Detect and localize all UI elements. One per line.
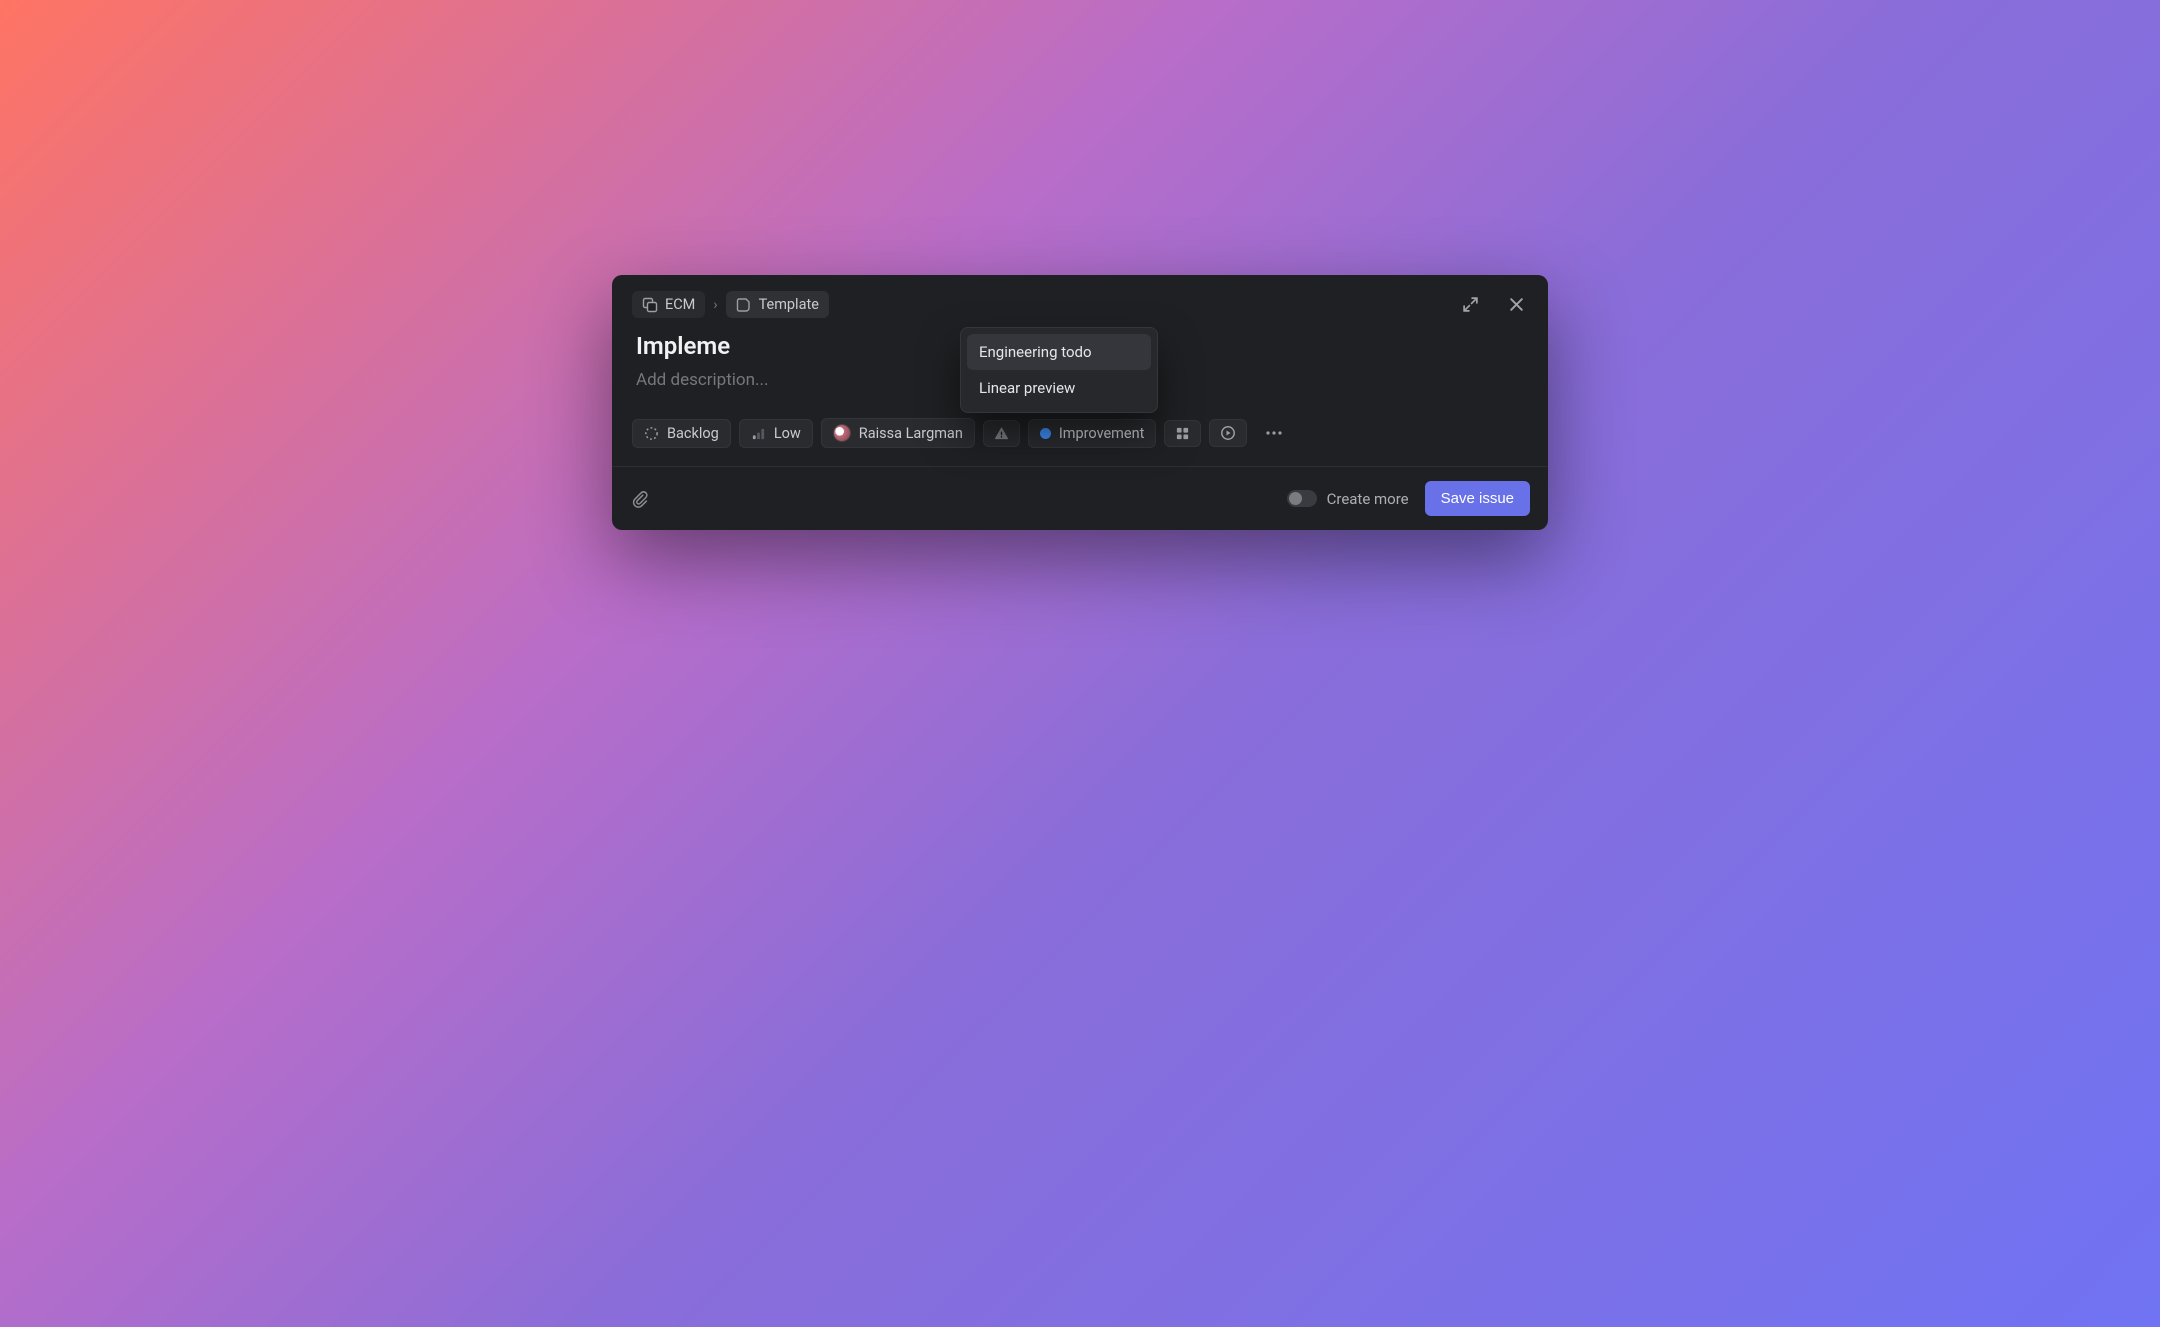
triage-chip[interactable] <box>983 420 1020 447</box>
backlog-icon <box>644 426 659 441</box>
dropdown-item-engineering-todo[interactable]: Engineering todo <box>967 334 1151 370</box>
assignee-chip[interactable]: Raissa Largman <box>821 418 975 448</box>
assignee-avatar <box>833 424 851 442</box>
template-dropdown: Engineering todo Linear preview <box>960 327 1158 413</box>
parent-chip[interactable] <box>1164 420 1201 447</box>
breadcrumb-separator: › <box>713 297 717 313</box>
toggle-switch <box>1287 490 1317 507</box>
warning-triangle-icon <box>994 426 1009 441</box>
assignee-name: Raissa Largman <box>859 425 963 442</box>
more-properties-button[interactable] <box>1255 420 1293 446</box>
new-issue-modal: ECM › Template <box>612 275 1548 530</box>
label-dot-icon <box>1040 428 1051 439</box>
template-chip[interactable]: Template <box>726 291 829 318</box>
close-button[interactable] <box>1504 293 1528 317</box>
breadcrumb: ECM › Template <box>632 291 829 318</box>
header-actions <box>1458 293 1528 317</box>
save-issue-button[interactable]: Save issue <box>1425 481 1530 516</box>
grid-icon <box>1175 426 1190 441</box>
play-circle-icon <box>1220 425 1236 441</box>
project-name: ECM <box>665 296 695 313</box>
template-icon <box>736 297 752 313</box>
priority-low-icon <box>751 426 766 441</box>
priority-label: Low <box>774 425 801 442</box>
cycle-chip[interactable] <box>1209 419 1247 447</box>
project-icon <box>642 297 658 313</box>
footer-right: Create more Save issue <box>1287 481 1530 516</box>
modal-footer: Create more Save issue <box>612 466 1548 530</box>
status-chip[interactable]: Backlog <box>632 419 731 448</box>
create-more-label: Create more <box>1327 490 1409 508</box>
properties-row: Backlog Low Raissa Largman <box>612 418 1548 466</box>
project-chip[interactable]: ECM <box>632 291 705 318</box>
label-name: Improvement <box>1059 425 1145 442</box>
label-chip[interactable]: Improvement <box>1028 419 1157 448</box>
modal-header: ECM › Template <box>612 275 1548 318</box>
status-label: Backlog <box>667 425 719 442</box>
create-more-toggle[interactable]: Create more <box>1287 490 1409 508</box>
attach-button[interactable] <box>630 489 649 508</box>
ellipsis-icon <box>1265 425 1283 441</box>
template-label: Template <box>759 296 819 313</box>
dropdown-item-linear-preview[interactable]: Linear preview <box>967 370 1151 406</box>
priority-chip[interactable]: Low <box>739 419 813 448</box>
expand-button[interactable] <box>1458 293 1482 317</box>
